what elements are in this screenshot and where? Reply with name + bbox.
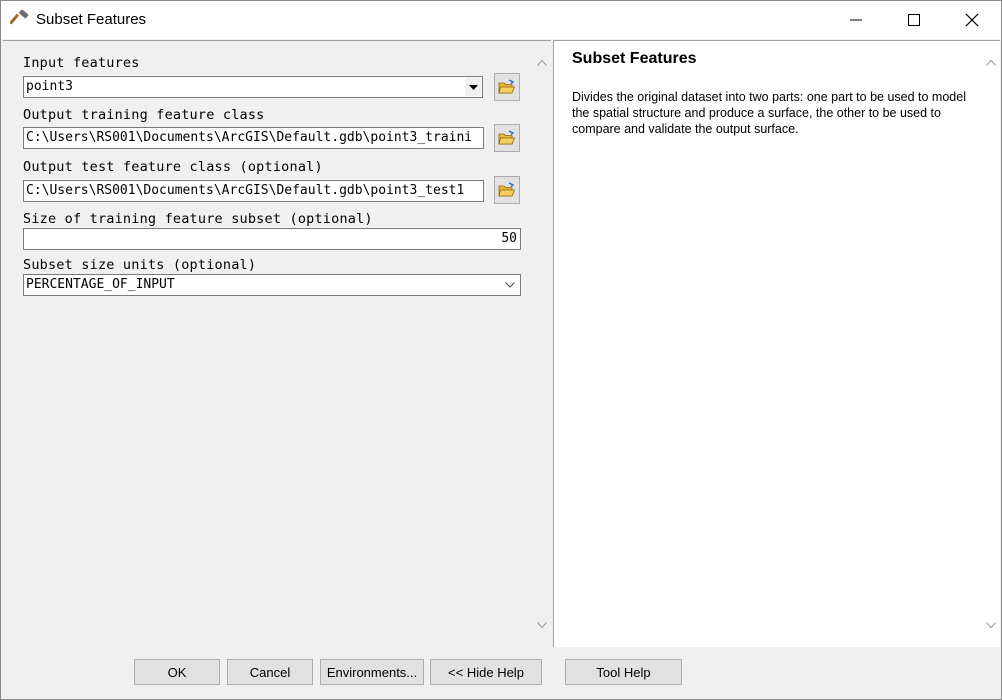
size-units-label: Subset size units (optional): [23, 257, 257, 273]
title-bar: Subset Features: [1, 1, 1001, 39]
scroll-down-icon[interactable]: [986, 621, 996, 629]
open-folder-icon: [498, 182, 516, 197]
window-title: Subset Features: [36, 11, 147, 28]
minimize-button[interactable]: [827, 1, 885, 39]
dropdown-arrow-icon[interactable]: [465, 78, 481, 96]
input-features-label: Input features: [23, 55, 140, 71]
scroll-down-icon[interactable]: [537, 621, 547, 629]
hammer-icon: [9, 9, 32, 31]
output-test-input[interactable]: C:\Users\RS001\Documents\ArcGIS\Default.…: [23, 180, 484, 202]
close-button[interactable]: [943, 1, 1001, 39]
parameters-pane: Input features point3 Output training fe…: [3, 40, 551, 647]
output-test-label: Output test feature class (optional): [23, 159, 323, 175]
output-training-label: Output training feature class: [23, 107, 265, 123]
input-features-browse-button[interactable]: [494, 73, 520, 101]
help-scrollbar[interactable]: [982, 41, 1000, 647]
environments-button[interactable]: Environments...: [320, 659, 424, 685]
output-test-browse-button[interactable]: [494, 176, 520, 204]
close-icon: [965, 13, 979, 27]
training-size-input[interactable]: 50: [23, 228, 521, 250]
tool-help-button[interactable]: Tool Help: [565, 659, 682, 685]
output-training-browse-button[interactable]: [494, 124, 520, 152]
training-size-label: Size of training feature subset (optiona…: [23, 211, 373, 227]
chevron-down-icon[interactable]: [503, 276, 517, 294]
help-title: Subset Features: [572, 50, 697, 67]
open-folder-icon: [498, 130, 516, 145]
input-features-value: point3: [26, 79, 73, 94]
help-pane: Subset Features Divides the original dat…: [553, 40, 1000, 647]
cancel-button[interactable]: Cancel: [227, 659, 313, 685]
maximize-icon: [908, 14, 920, 26]
help-description: Divides the original dataset into two pa…: [572, 90, 966, 136]
open-folder-icon: [498, 79, 516, 94]
scroll-up-icon[interactable]: [537, 59, 547, 67]
tool-dialog: Subset Features Input features point3 Ou…: [0, 0, 1002, 700]
scroll-up-icon[interactable]: [986, 59, 996, 67]
output-training-input[interactable]: C:\Users\RS001\Documents\ArcGIS\Default.…: [23, 127, 484, 149]
minimize-icon: [850, 19, 862, 21]
size-units-select[interactable]: PERCENTAGE_OF_INPUT: [23, 274, 521, 296]
maximize-button[interactable]: [885, 1, 943, 39]
hide-help-button[interactable]: << Hide Help: [430, 659, 542, 685]
input-features-combo[interactable]: point3: [23, 76, 483, 98]
ok-button[interactable]: OK: [134, 659, 220, 685]
size-units-value: PERCENTAGE_OF_INPUT: [26, 277, 175, 292]
parameters-scrollbar[interactable]: [533, 41, 551, 647]
